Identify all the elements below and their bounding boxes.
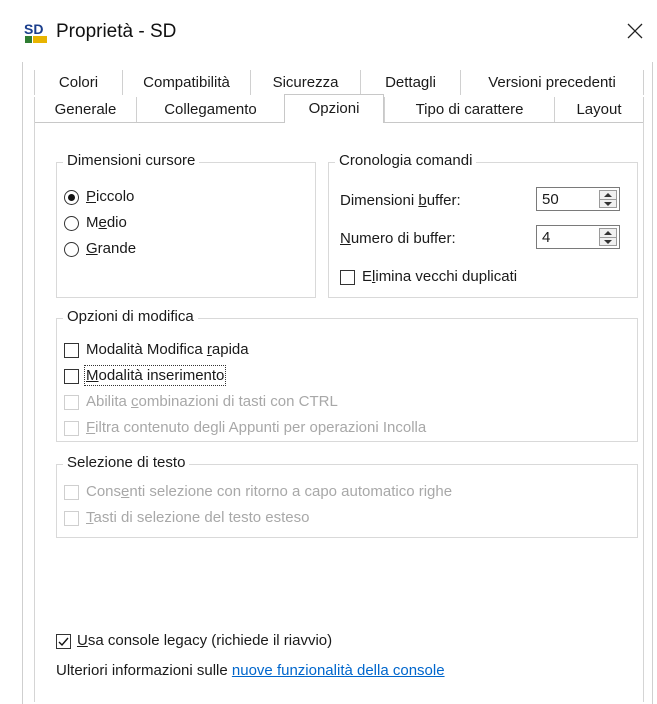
window-border-right xyxy=(652,62,653,704)
tab-layout[interactable]: Layout xyxy=(554,97,644,122)
filter-clipboard-label: Filtra contenuto degli Appunti per opera… xyxy=(86,419,427,436)
insert-mode-label[interactable]: Modalità inserimento xyxy=(83,365,227,386)
discard-duplicates-checkbox[interactable] xyxy=(340,270,355,285)
ctrl-keys-checkbox xyxy=(64,395,79,410)
close-icon[interactable] xyxy=(622,18,648,44)
edit-options-label: Opzioni di modifica xyxy=(63,308,198,325)
spin-divider xyxy=(600,199,616,200)
line-wrap-selection-label: Consenti selezione con ritorno a capo au… xyxy=(86,483,453,500)
app-icon: SD xyxy=(23,21,49,45)
buffer-size-stepper[interactable]: 50 xyxy=(536,187,620,211)
buffer-count-value[interactable]: 4 xyxy=(542,229,550,246)
tab-generale[interactable]: Generale xyxy=(34,97,136,122)
radio-medio-label[interactable]: Medio xyxy=(86,214,127,231)
tab-sicurezza[interactable]: Sicurezza xyxy=(250,70,360,95)
checkmark-icon xyxy=(58,637,69,647)
buffer-count-spin-arrows[interactable] xyxy=(599,228,617,246)
spin-up-icon[interactable] xyxy=(604,231,612,235)
discard-duplicates-label[interactable]: Elimina vecchi duplicati xyxy=(362,268,517,285)
buffer-count-stepper[interactable]: 4 xyxy=(536,225,620,249)
legacy-console-label[interactable]: Usa console legacy (richiede il riavvio) xyxy=(77,632,332,649)
text-selection-group xyxy=(56,464,638,538)
tab-tipo-di-carattere[interactable]: Tipo di carattere xyxy=(384,97,554,122)
insert-mode-checkbox[interactable] xyxy=(64,369,79,384)
radio-medio[interactable] xyxy=(64,216,79,231)
radio-piccolo-label[interactable]: Piccolo xyxy=(86,188,134,205)
info-text: Ulteriori informazioni sulle nuove funzi… xyxy=(56,662,445,679)
legacy-console-checkbox[interactable] xyxy=(56,634,71,649)
line-wrap-selection-checkbox xyxy=(64,485,79,500)
spin-divider xyxy=(600,237,616,238)
spin-down-icon[interactable] xyxy=(604,202,612,206)
quick-edit-label[interactable]: Modalità Modifica rapida xyxy=(86,341,249,358)
filter-clipboard-checkbox xyxy=(64,421,79,436)
radio-grande[interactable] xyxy=(64,242,79,257)
radio-grande-label[interactable]: Grande xyxy=(86,240,136,257)
new-features-link[interactable]: nuove funzionalità della console xyxy=(232,662,445,679)
tab-opzioni[interactable]: Opzioni xyxy=(284,94,384,123)
app-icon-text: SD xyxy=(24,21,43,37)
buffer-size-spin-arrows[interactable] xyxy=(599,190,617,208)
extended-keys-checkbox xyxy=(64,511,79,526)
window-border-left xyxy=(22,62,23,704)
tab-colori[interactable]: Colori xyxy=(34,70,122,95)
title-bar: SD Proprietà - SD xyxy=(0,0,657,62)
tab-collegamento[interactable]: Collegamento xyxy=(136,97,284,122)
spin-down-icon[interactable] xyxy=(604,240,612,244)
window-title: Proprietà - SD xyxy=(56,21,177,42)
tab-compatibilita[interactable]: Compatibilità xyxy=(122,70,250,95)
tab-dettagli[interactable]: Dettagli xyxy=(360,70,460,95)
text-selection-label: Selezione di testo xyxy=(63,454,190,471)
buffer-count-label: Numero di buffer: xyxy=(340,230,456,247)
extended-keys-label: Tasti di selezione del testo esteso xyxy=(86,509,310,526)
radio-piccolo[interactable] xyxy=(64,190,79,205)
buffer-size-label: Dimensioni buffer: xyxy=(340,192,461,209)
cursor-size-label: Dimensioni cursore xyxy=(63,152,200,169)
ctrl-keys-label: Abilita combinazioni di tasti con CTRL xyxy=(86,393,338,410)
tab-versioni-precedenti[interactable]: Versioni precedenti xyxy=(460,70,644,95)
buffer-size-value[interactable]: 50 xyxy=(542,191,559,208)
spin-up-icon[interactable] xyxy=(604,193,612,197)
history-label: Cronologia comandi xyxy=(335,152,477,169)
quick-edit-checkbox[interactable] xyxy=(64,343,79,358)
